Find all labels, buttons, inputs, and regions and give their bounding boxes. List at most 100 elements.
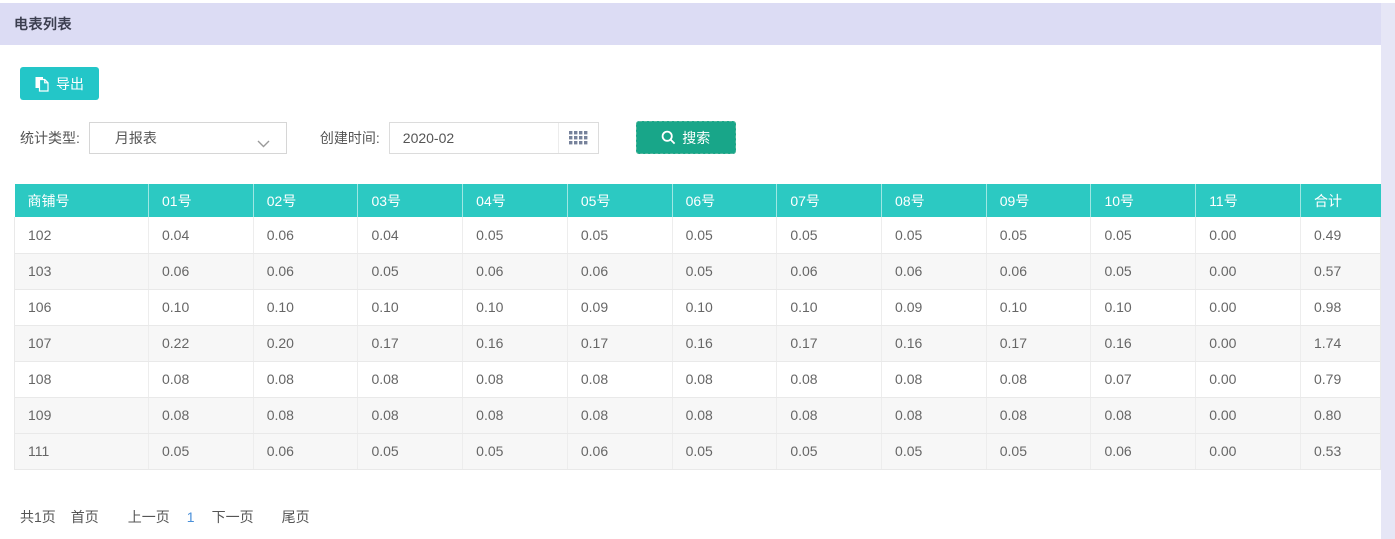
- table-cell: 0.08: [986, 361, 1091, 397]
- calendar-picker-button[interactable]: [558, 123, 598, 153]
- table-cell: 0.08: [986, 397, 1091, 433]
- table-cell: 0.80: [1301, 397, 1381, 433]
- table-cell: 0.08: [777, 361, 882, 397]
- table-cell: 0.20: [253, 325, 358, 361]
- table-cell: 0.08: [777, 397, 882, 433]
- table-cell: 0.16: [463, 325, 568, 361]
- table-cell: 0.08: [253, 361, 358, 397]
- table-cell: 0.05: [777, 217, 882, 253]
- copy-export-icon: [35, 76, 49, 92]
- table-cell: 0.08: [149, 397, 254, 433]
- table-cell: 0.16: [1091, 325, 1196, 361]
- table-cell: 0.05: [882, 217, 987, 253]
- table-cell: 0.00: [1196, 397, 1301, 433]
- stat-type-selected-value: 月报表: [115, 128, 157, 148]
- search-button[interactable]: 搜索: [636, 121, 736, 154]
- panel-content: 导出 统计类型: 月报表 创建时间:: [0, 45, 1381, 527]
- column-header: 01号: [149, 184, 254, 217]
- table-cell: 1.74: [1301, 325, 1381, 361]
- create-time-picker: [389, 122, 599, 154]
- table-cell: 0.17: [986, 325, 1091, 361]
- pagination-next-page[interactable]: 下一页: [212, 507, 254, 527]
- filter-row: 统计类型: 月报表 创建时间:: [20, 121, 1367, 154]
- table-cell: 0.53: [1301, 433, 1381, 469]
- table-cell: 0.05: [1091, 217, 1196, 253]
- meter-table: 商铺号01号02号03号04号05号06号07号08号09号10号11号合计 1…: [14, 184, 1381, 470]
- table-cell: 0.08: [1091, 397, 1196, 433]
- table-cell: 0.04: [149, 217, 254, 253]
- pagination-first-page[interactable]: 首页: [71, 507, 99, 527]
- table-cell: 0.10: [149, 289, 254, 325]
- table-cell: 109: [15, 397, 149, 433]
- search-icon: [661, 130, 676, 145]
- table-cell: 0.08: [253, 397, 358, 433]
- table-cell: 0.10: [1091, 289, 1196, 325]
- table-cell: 0.06: [567, 253, 672, 289]
- chevron-down-icon: [257, 135, 270, 151]
- table-cell: 0.08: [567, 361, 672, 397]
- table-cell: 0.49: [1301, 217, 1381, 253]
- table-cell: 0.08: [149, 361, 254, 397]
- table-cell: 0.16: [672, 325, 777, 361]
- table-cell: 0.00: [1196, 433, 1301, 469]
- table-cell: 0.05: [358, 433, 463, 469]
- column-header: 商铺号: [15, 184, 149, 217]
- table-cell: 0.07: [1091, 361, 1196, 397]
- table-cell: 0.08: [358, 397, 463, 433]
- table-cell: 0.00: [1196, 253, 1301, 289]
- pagination-prev-page[interactable]: 上一页: [128, 507, 170, 527]
- column-header: 06号: [672, 184, 777, 217]
- table-header-row: 商铺号01号02号03号04号05号06号07号08号09号10号11号合计: [15, 184, 1381, 217]
- table-cell: 0.10: [777, 289, 882, 325]
- table-cell: 102: [15, 217, 149, 253]
- table-row: 1030.060.060.050.060.060.050.060.060.060…: [15, 253, 1381, 289]
- table-cell: 0.10: [253, 289, 358, 325]
- table-cell: 0.08: [463, 361, 568, 397]
- table-cell: 0.06: [777, 253, 882, 289]
- table-cell: 0.05: [358, 253, 463, 289]
- column-header: 02号: [253, 184, 358, 217]
- table-cell: 0.17: [777, 325, 882, 361]
- table-cell: 0.00: [1196, 361, 1301, 397]
- pagination-current-page[interactable]: 1: [187, 509, 195, 525]
- page-scroll-gutter: [1381, 3, 1395, 539]
- table-cell: 0.06: [463, 253, 568, 289]
- table-cell: 0.06: [1091, 433, 1196, 469]
- table-cell: 0.00: [1196, 325, 1301, 361]
- column-header: 08号: [882, 184, 987, 217]
- table-cell: 0.06: [882, 253, 987, 289]
- table-cell: 106: [15, 289, 149, 325]
- table-cell: 107: [15, 325, 149, 361]
- table-cell: 0.08: [672, 397, 777, 433]
- meter-list-panel: 电表列表 导出 统计类型: 月报表: [0, 3, 1381, 527]
- column-header: 11号: [1196, 184, 1301, 217]
- calendar-grid-icon: [569, 131, 588, 145]
- table-cell: 0.06: [149, 253, 254, 289]
- table-cell: 0.05: [986, 217, 1091, 253]
- table-cell: 111: [15, 433, 149, 469]
- table-cell: 0.05: [672, 253, 777, 289]
- table-cell: 0.05: [777, 433, 882, 469]
- table-cell: 0.06: [253, 253, 358, 289]
- stat-type-select[interactable]: 月报表: [89, 122, 287, 154]
- table-cell: 0.08: [358, 361, 463, 397]
- create-time-input[interactable]: [390, 123, 558, 153]
- export-button[interactable]: 导出: [20, 67, 99, 100]
- table-cell: 103: [15, 253, 149, 289]
- panel-header: 电表列表: [0, 3, 1381, 45]
- table-cell: 0.10: [463, 289, 568, 325]
- table-cell: 0.08: [567, 397, 672, 433]
- table-cell: 0.08: [882, 361, 987, 397]
- search-button-label: 搜索: [682, 128, 710, 148]
- pagination-total-pages: 共1页: [20, 507, 56, 527]
- table-cell: 108: [15, 361, 149, 397]
- pagination: 共1页 首页 上一页 1 下一页 尾页: [20, 507, 1367, 527]
- table-row: 1070.220.200.170.160.170.160.170.160.170…: [15, 325, 1381, 361]
- table-cell: 0.09: [567, 289, 672, 325]
- table-cell: 0.05: [1091, 253, 1196, 289]
- pagination-last-page[interactable]: 尾页: [282, 507, 310, 527]
- table-row: 1060.100.100.100.100.090.100.100.090.100…: [15, 289, 1381, 325]
- table-cell: 0.00: [1196, 217, 1301, 253]
- table-cell: 0.05: [463, 217, 568, 253]
- table-cell: 0.06: [567, 433, 672, 469]
